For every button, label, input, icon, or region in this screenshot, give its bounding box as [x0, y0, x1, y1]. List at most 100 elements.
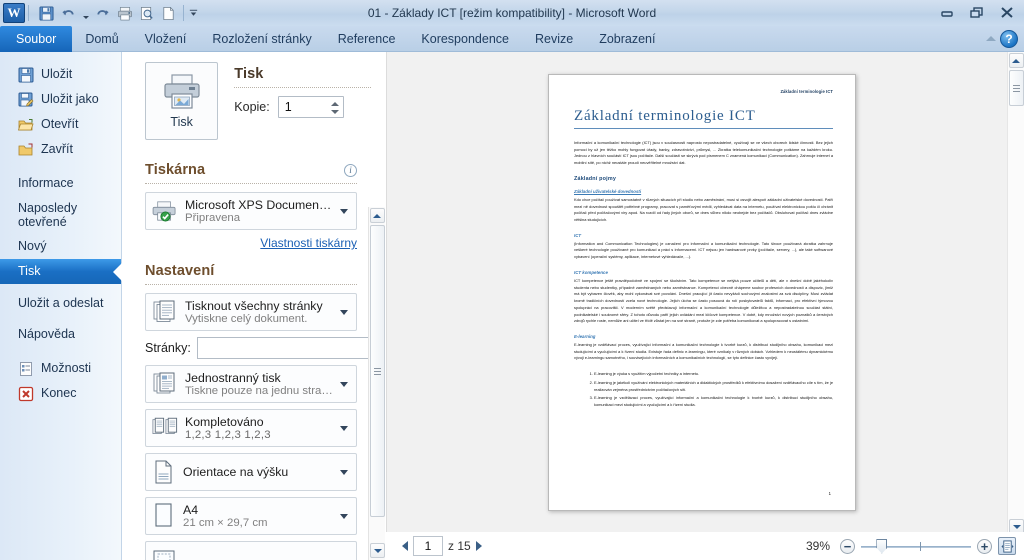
document-ordered-list: E-learning je výuka s využitím výpočetní…	[594, 371, 833, 409]
tab-korespondence[interactable]: Korespondence	[408, 26, 522, 52]
document-paragraph: Informační a komunikační technologie (IC…	[574, 140, 833, 166]
printer-icon	[164, 74, 200, 109]
help-icon[interactable]: ?	[1000, 29, 1018, 48]
orientation-select[interactable]: Orientace na výšku	[145, 453, 357, 491]
prev-page-icon[interactable]	[402, 541, 408, 551]
sidebar-item-otevrit[interactable]: Otevřít	[0, 112, 121, 137]
word-application-window: W 01 - Základy ICT [režim kompatibility]…	[0, 0, 1024, 560]
scroll-down-icon[interactable]	[370, 543, 385, 558]
tab-soubor[interactable]: Soubor	[0, 26, 73, 52]
redo-icon[interactable]	[92, 3, 113, 23]
title-rule	[574, 128, 833, 129]
sidebar-item-zavrit[interactable]: Zavřít	[0, 137, 121, 162]
fit-page-icon[interactable]	[998, 537, 1016, 555]
settings-section: Nastavení Tisknout všechny stránky Vytis…	[145, 263, 385, 560]
word-logo-icon[interactable]: W	[3, 3, 25, 23]
list-item: E-learning je vzdělávací proces, využíva…	[594, 395, 833, 408]
document-paragraph: E-learning je vzdělávací proces, využíva…	[574, 341, 833, 361]
document-heading-3: ICT	[574, 232, 582, 238]
portrait-icon	[155, 460, 172, 484]
save-icon	[18, 67, 34, 82]
sidebar-item-konec[interactable]: Konec	[0, 381, 121, 406]
divider	[145, 284, 357, 285]
undo-icon[interactable]	[58, 3, 79, 23]
sidebar-item-label: Uložit	[41, 67, 73, 82]
print-range-select[interactable]: Tisknout všechny stránky Vytiskne celý d…	[145, 293, 357, 331]
tab-rozlozeni[interactable]: Rozložení stránky	[199, 26, 324, 52]
tab-reference[interactable]: Reference	[325, 26, 409, 52]
copies-value: 1	[284, 100, 292, 114]
chevron-down-icon[interactable]	[340, 381, 348, 387]
zoom-controls: 39% − +	[806, 537, 1016, 555]
sidebar-item-ulozit-jako[interactable]: Uložit jako	[0, 87, 121, 112]
close-icon[interactable]	[992, 2, 1022, 22]
tab-domu[interactable]: Domů	[72, 26, 131, 52]
save-icon[interactable]	[36, 3, 57, 23]
minimize-icon[interactable]	[932, 2, 962, 22]
tab-vlozeni[interactable]: Vložení	[132, 26, 200, 52]
scroll-up-icon[interactable]	[1008, 53, 1024, 68]
info-icon[interactable]: i	[344, 163, 357, 177]
spinner-down-icon[interactable]	[330, 110, 339, 114]
zoom-in-button[interactable]: +	[977, 538, 992, 554]
duplex-subtitle: Tiskne pouze na jednu stran...	[185, 385, 333, 397]
sidebar-item-informace[interactable]: Informace	[0, 171, 121, 196]
chevron-down-icon[interactable]	[340, 425, 348, 431]
print-button[interactable]: Tisk	[145, 62, 219, 140]
paper-size-select[interactable]: A4 21 cm × 29,7 cm	[145, 497, 357, 535]
sidebar-item-napoveda[interactable]: Nápověda	[0, 322, 121, 347]
window-controls	[932, 2, 1022, 22]
chevron-down-icon[interactable]	[340, 513, 348, 519]
zoom-slider-thumb[interactable]	[876, 538, 888, 554]
open-folder-icon	[18, 118, 34, 130]
tab-revize[interactable]: Revize	[522, 26, 586, 52]
printer-select[interactable]: Microsoft XPS Document W... Připravena	[145, 192, 357, 230]
chevron-down-icon[interactable]	[340, 208, 348, 214]
quick-print-icon[interactable]	[114, 3, 135, 23]
margins-select[interactable]	[145, 541, 357, 560]
qat-divider	[28, 5, 29, 21]
sidebar-item-naposledy-otevrene[interactable]: Naposledy otevřené	[0, 196, 121, 234]
page-number-input[interactable]: 1	[413, 536, 443, 556]
restore-icon[interactable]	[962, 2, 992, 22]
customize-qat-icon[interactable]	[188, 3, 199, 23]
duplex-select[interactable]: Jednostranný tisk Tiskne pouze na jednu …	[145, 365, 357, 403]
zoom-out-button[interactable]: −	[840, 538, 855, 554]
sidebar-item-moznosti[interactable]: Možnosti	[0, 356, 121, 381]
print-preview-icon[interactable]	[136, 3, 157, 23]
copies-stepper[interactable]: 1	[277, 96, 344, 119]
preview-scrollbar-thumb[interactable]	[1009, 70, 1024, 106]
undo-dropdown-icon[interactable]	[80, 3, 91, 23]
list-item: E-learning je jakékoli využívání elektro…	[594, 380, 833, 393]
pages-input[interactable]	[196, 337, 376, 359]
next-page-icon[interactable]	[475, 541, 482, 551]
pages-label: Stránky:	[145, 341, 191, 355]
sidebar-item-ulozit-a-odeslat[interactable]: Uložit a odeslat	[0, 284, 121, 322]
chevron-down-icon[interactable]	[340, 469, 348, 475]
close-folder-icon	[18, 143, 33, 155]
settings-scrollbar[interactable]	[368, 207, 385, 560]
print-settings-pane: Tisk Tisk Kopie: 1 Tiskárna i Microsoft …	[123, 52, 385, 560]
chevron-up-icon[interactable]	[986, 36, 996, 41]
printer-properties-link[interactable]: Vlastnosti tiskárny	[145, 236, 357, 250]
scrollbar-grip	[374, 366, 381, 377]
chevron-down-icon[interactable]	[340, 309, 348, 315]
quick-access-toolbar	[36, 3, 199, 23]
divider	[145, 183, 357, 184]
sidebar-item-ulozit[interactable]: Uložit	[0, 62, 121, 87]
preview-scrollbar[interactable]	[1007, 52, 1024, 536]
collate-select[interactable]: Kompletováno 1,2,3 1,2,3 1,2,3	[145, 409, 357, 447]
print-range-icon	[153, 300, 175, 322]
tab-zobrazeni[interactable]: Zobrazení	[586, 26, 668, 52]
zoom-slider[interactable]	[861, 538, 971, 554]
settings-scrollbar-thumb[interactable]	[370, 225, 385, 517]
zoom-percent-label[interactable]: 39%	[806, 539, 830, 553]
sidebar-item-tisk[interactable]: Tisk	[0, 259, 121, 284]
spinner-up-icon[interactable]	[330, 102, 339, 106]
sidebar-item-novy[interactable]: Nový	[0, 234, 121, 259]
printer-icon	[152, 201, 176, 222]
scroll-up-icon[interactable]	[369, 208, 385, 223]
new-document-icon[interactable]	[158, 3, 179, 23]
collate-subtitle: 1,2,3 1,2,3 1,2,3	[185, 429, 271, 441]
copies-spin-arrows[interactable]	[330, 97, 339, 119]
